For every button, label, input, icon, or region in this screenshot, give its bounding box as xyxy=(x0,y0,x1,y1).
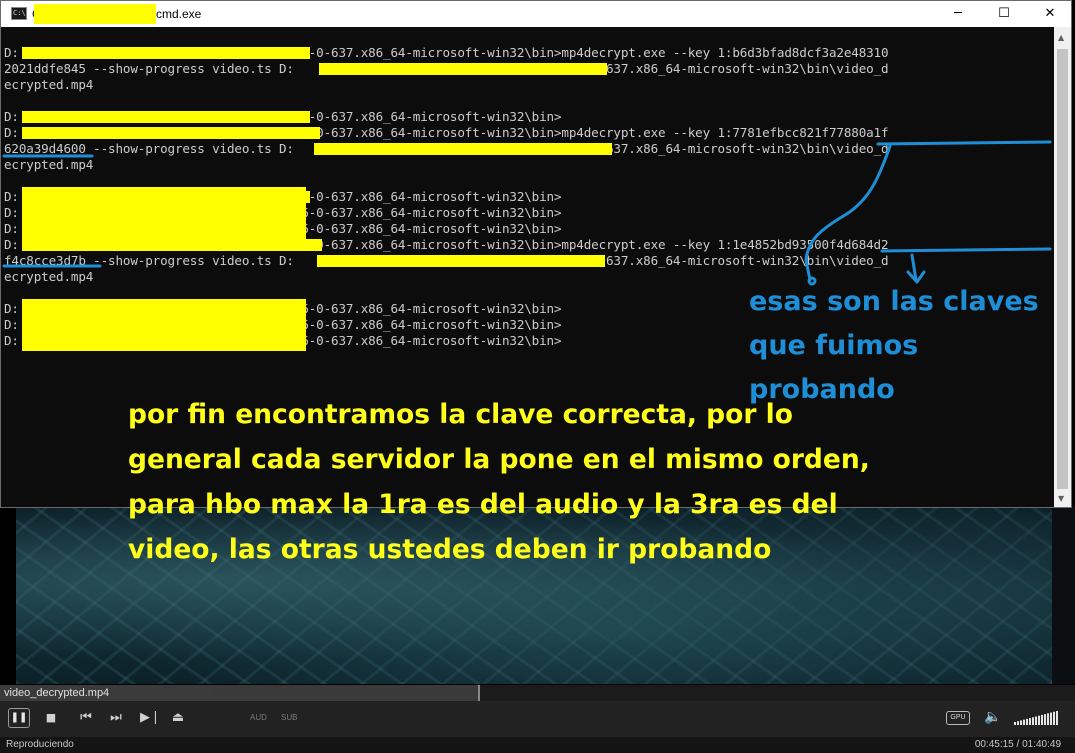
playback-status: Reproduciendo xyxy=(6,739,74,750)
scrollbar-thumb[interactable] xyxy=(1057,49,1068,489)
volume-bar xyxy=(1050,712,1052,725)
pause-button[interactable]: ❚❚ xyxy=(8,708,30,728)
volume-bar xyxy=(1020,720,1022,725)
next-button[interactable]: ⏭ xyxy=(108,709,124,727)
volume-bar xyxy=(1014,722,1016,725)
scroll-up-arrow-icon[interactable]: ▲ xyxy=(1058,33,1064,42)
volume-slider[interactable] xyxy=(1014,711,1060,725)
redaction-box xyxy=(314,143,612,155)
volume-bar xyxy=(1035,716,1037,725)
redaction-box xyxy=(22,47,310,59)
vertical-scrollbar[interactable]: ▲ ▼ xyxy=(1054,27,1071,507)
title-redaction xyxy=(34,4,156,24)
console-line: ecrypted.mp4 xyxy=(4,77,94,92)
open-file-button[interactable]: ⏏ xyxy=(170,709,186,727)
redaction-box xyxy=(22,239,322,251)
volume-bar xyxy=(1044,714,1046,725)
volume-bar xyxy=(1029,718,1031,725)
previous-button[interactable]: ⏮ xyxy=(78,709,94,727)
cmd-app-icon: C:\ xyxy=(11,7,27,20)
volume-bar xyxy=(1038,715,1040,725)
stop-button[interactable]: ■ xyxy=(44,709,58,727)
scroll-down-arrow-icon[interactable]: ▼ xyxy=(1058,494,1064,503)
close-button[interactable]: ✕ xyxy=(1027,1,1073,27)
annotation-main-note: por fin encontramos la clave correcta, p… xyxy=(128,399,870,565)
speaker-icon[interactable]: 🔈 xyxy=(984,708,1002,726)
minimize-button[interactable]: ─ xyxy=(935,1,981,27)
console-line: ecrypted.mp4 xyxy=(4,157,94,172)
redaction-box xyxy=(317,255,605,267)
status-bar: Reproduciendo 00:45:15 / 01:40:49 xyxy=(0,737,1075,753)
volume-bar xyxy=(1023,719,1025,725)
redaction-box xyxy=(22,299,306,351)
maximize-button[interactable]: ☐ xyxy=(981,1,1027,27)
volume-bar xyxy=(1056,711,1058,725)
redaction-box xyxy=(22,111,310,123)
subtitle-track-button[interactable]: SUB xyxy=(281,713,297,722)
frame-step-button[interactable]: ▶❘ xyxy=(140,709,161,727)
cmd-titlebar[interactable]: C:\ C cmd.exe ─ ☐ ✕ xyxy=(1,1,1071,27)
window-title: cmd.exe xyxy=(156,7,202,21)
volume-bar xyxy=(1032,717,1034,725)
console-line: ecrypted.mp4 xyxy=(4,269,94,284)
gpu-badge[interactable]: GPU xyxy=(946,711,970,725)
redaction-box xyxy=(319,63,607,75)
playback-time: 00:45:15 / 01:40:49 xyxy=(974,739,1061,750)
player-controls: ❚❚ ■ ⏮ ⏭ ▶❘ ⏏ AUD SUB GPU 🔈 xyxy=(0,701,1075,737)
filename-label: video_decrypted.mp4 xyxy=(4,687,110,699)
volume-bar xyxy=(1047,713,1049,725)
video-frame-edge xyxy=(1052,506,1075,684)
redaction-box xyxy=(22,127,320,139)
volume-bar xyxy=(1041,714,1043,725)
volume-bar xyxy=(1026,718,1028,725)
redaction-box xyxy=(22,187,306,239)
volume-bar xyxy=(1053,711,1055,725)
volume-bar xyxy=(1017,721,1019,725)
audio-track-button[interactable]: AUD xyxy=(250,713,267,722)
